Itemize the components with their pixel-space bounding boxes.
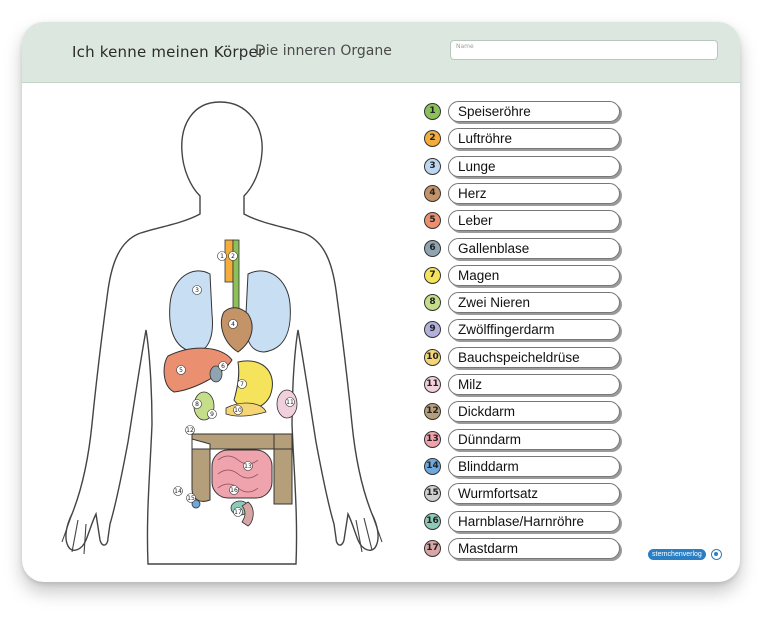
name-field[interactable]: Name — [450, 40, 718, 60]
organ-label: Gallenblase — [458, 240, 530, 256]
organ-label-box: Lunge — [448, 155, 620, 177]
organ-item: 8 Zwei Nieren — [424, 292, 624, 314]
organ-item: 16 Harnblase/Harnröhre — [424, 510, 624, 533]
organ-number: 5 — [424, 212, 441, 230]
svg-text:8: 8 — [195, 401, 199, 408]
organ-label-box: Herz — [448, 182, 620, 204]
organ-item: 1 Speiseröhre — [424, 101, 624, 123]
svg-text:10: 10 — [234, 407, 242, 414]
organ-number: 13 — [424, 430, 441, 448]
organ-label: Mastdarm — [458, 540, 519, 556]
organ-item: 5 Leber — [424, 210, 624, 232]
organ-number: 10 — [424, 348, 441, 366]
organ-label: Leber — [458, 213, 493, 229]
organ-label-box: Leber — [448, 210, 620, 232]
svg-text:13: 13 — [244, 463, 252, 470]
organ-label-box: Mastdarm — [448, 537, 620, 559]
publisher-star-icon — [711, 549, 722, 560]
organ-label: Lunge — [458, 158, 496, 174]
organ-label-box: Gallenblase — [448, 237, 620, 259]
worksheet-card: Ich kenne meinen Körper Die inneren Orga… — [22, 22, 740, 582]
organ-label: Herz — [458, 185, 487, 201]
organ-label-box: Dickdarm — [448, 401, 620, 423]
organ-label: Wurmfortsatz — [458, 486, 539, 502]
trachea — [224, 239, 234, 283]
svg-text:17: 17 — [234, 509, 242, 516]
svg-text:5: 5 — [179, 367, 183, 374]
organ-number: 9 — [424, 321, 441, 339]
organ-label-box: Milz — [448, 374, 620, 395]
page-subtitle: Die inneren Organe — [255, 43, 392, 59]
organ-label-box: Bauchspeicheldrüse — [448, 346, 620, 368]
organ-number: 4 — [424, 184, 441, 202]
svg-text:2: 2 — [231, 253, 235, 260]
organ-label-box: Magen — [448, 264, 620, 286]
organ-number: 2 — [424, 130, 441, 148]
organ-label-box: Dünndarm — [448, 428, 620, 450]
organ-item: 7 Magen — [424, 264, 624, 287]
organ-item: 6 Gallenblase — [424, 237, 624, 260]
organ-number: 7 — [424, 266, 441, 284]
organ-number: 6 — [424, 239, 441, 257]
organ-item: 9 Zwölffingerdarm — [424, 319, 624, 341]
svg-text:4: 4 — [231, 321, 235, 328]
organ-label: Speiseröhre — [458, 104, 531, 119]
name-placeholder: Name — [456, 43, 474, 50]
organ-label: Harnblase/Harnröhre — [458, 513, 585, 529]
organ-label: Magen — [458, 267, 500, 283]
svg-text:12: 12 — [186, 427, 194, 434]
organ-item: 13 Dünndarm — [424, 428, 624, 451]
organ-label-box: Zwei Nieren — [448, 292, 620, 314]
svg-text:14: 14 — [174, 488, 182, 495]
organ-label: Zwei Nieren — [458, 295, 531, 311]
organ-label-box: Speiseröhre — [448, 101, 620, 122]
svg-text:3: 3 — [195, 287, 199, 294]
organ-number: 11 — [424, 376, 441, 393]
svg-text:16: 16 — [230, 487, 238, 494]
organ-label: Blinddarm — [458, 458, 519, 474]
svg-text:9: 9 — [210, 411, 214, 418]
header-bar: Ich kenne meinen Körper Die inneren Orga… — [22, 22, 740, 83]
organ-item: 3 Lunge — [424, 155, 624, 178]
organ-label: Dickdarm — [458, 404, 516, 420]
organ-label-box: Zwölffingerdarm — [448, 319, 620, 341]
organ-label-box: Blinddarm — [448, 455, 620, 477]
organ-item: 14 Blinddarm — [424, 455, 624, 478]
organ-item: 2 Luftröhre — [424, 128, 624, 150]
organ-number: 12 — [424, 403, 441, 421]
organ-item: 17 Mastdarm — [424, 537, 624, 560]
organ-number: 17 — [424, 539, 441, 557]
svg-text:15: 15 — [187, 495, 195, 502]
organ-item: 11 Milz — [424, 374, 624, 396]
organ-item: 12 Dickdarm — [424, 401, 624, 423]
organ-number: 8 — [424, 294, 441, 312]
organ-number: 1 — [424, 103, 441, 120]
organ-number: 14 — [424, 457, 441, 475]
organ-item: 10 Bauchspeicheldrüse — [424, 346, 624, 369]
organ-label-box: Harnblase/Harnröhre — [448, 510, 620, 532]
organ-label: Dünndarm — [458, 431, 522, 447]
svg-text:7: 7 — [240, 381, 244, 388]
organ-label: Luftröhre — [458, 131, 513, 147]
organ-number: 16 — [424, 512, 441, 530]
svg-text:1: 1 — [220, 253, 224, 260]
page-title: Ich kenne meinen Körper — [72, 43, 265, 61]
organ-label: Zwölffingerdarm — [458, 322, 555, 338]
organ-label-box: Wurmfortsatz — [448, 483, 620, 505]
organ-label-box: Luftröhre — [448, 128, 620, 150]
svg-text:11: 11 — [286, 399, 294, 406]
organ-label: Milz — [458, 377, 482, 392]
svg-text:6: 6 — [221, 363, 225, 370]
organ-number: 15 — [424, 485, 441, 503]
organ-item: 4 Herz — [424, 182, 624, 205]
organ-item: 15 Wurmfortsatz — [424, 483, 624, 505]
organ-label: Bauchspeicheldrüse — [458, 349, 580, 365]
body-diagram: 1 2 3 4 5 6 7 8 9 10 11 12 13 14 15 16 1… — [61, 101, 383, 565]
organ-number: 3 — [424, 157, 441, 175]
publisher-logo: sternchenverlog — [648, 549, 706, 560]
